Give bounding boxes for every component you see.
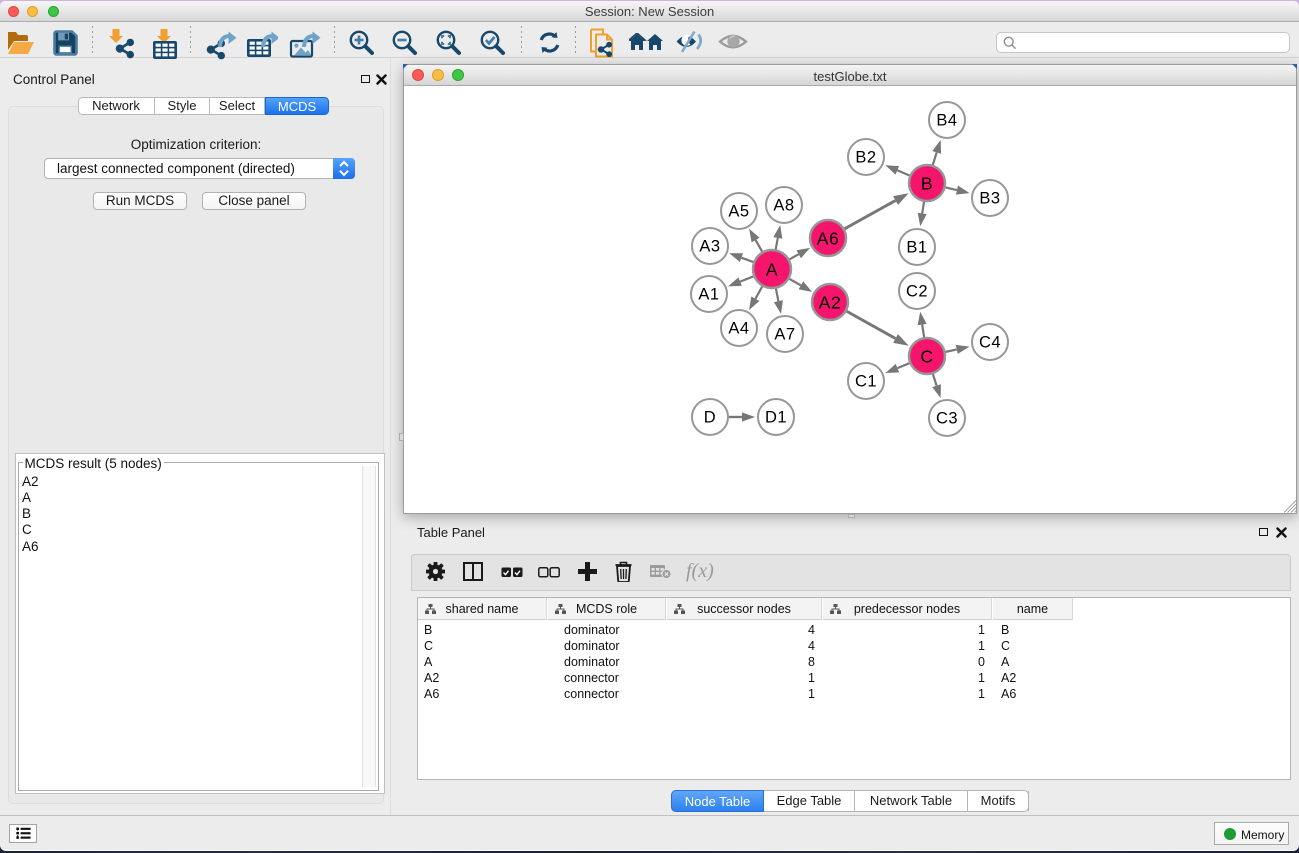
svg-text:B4: B4 [936, 112, 957, 130]
svg-text:A5: A5 [728, 203, 749, 221]
svg-text:C: C [920, 347, 933, 367]
svg-text:D: D [704, 409, 716, 427]
svg-text:C3: C3 [936, 410, 958, 428]
svg-text:C1: C1 [855, 373, 877, 391]
svg-text:A: A [766, 260, 778, 280]
svg-text:D1: D1 [765, 409, 787, 427]
svg-text:C4: C4 [979, 334, 1001, 352]
svg-text:A4: A4 [728, 320, 749, 338]
svg-text:B1: B1 [906, 239, 927, 257]
svg-text:B: B [921, 174, 933, 194]
svg-text:B3: B3 [979, 190, 1000, 208]
svg-text:A2: A2 [819, 293, 841, 313]
svg-text:B2: B2 [855, 149, 876, 167]
svg-text:C2: C2 [906, 283, 928, 301]
svg-text:A7: A7 [774, 326, 795, 344]
svg-text:A6: A6 [817, 229, 839, 249]
svg-text:A8: A8 [773, 197, 794, 215]
svg-text:A1: A1 [698, 286, 719, 304]
svg-text:A3: A3 [699, 238, 720, 256]
